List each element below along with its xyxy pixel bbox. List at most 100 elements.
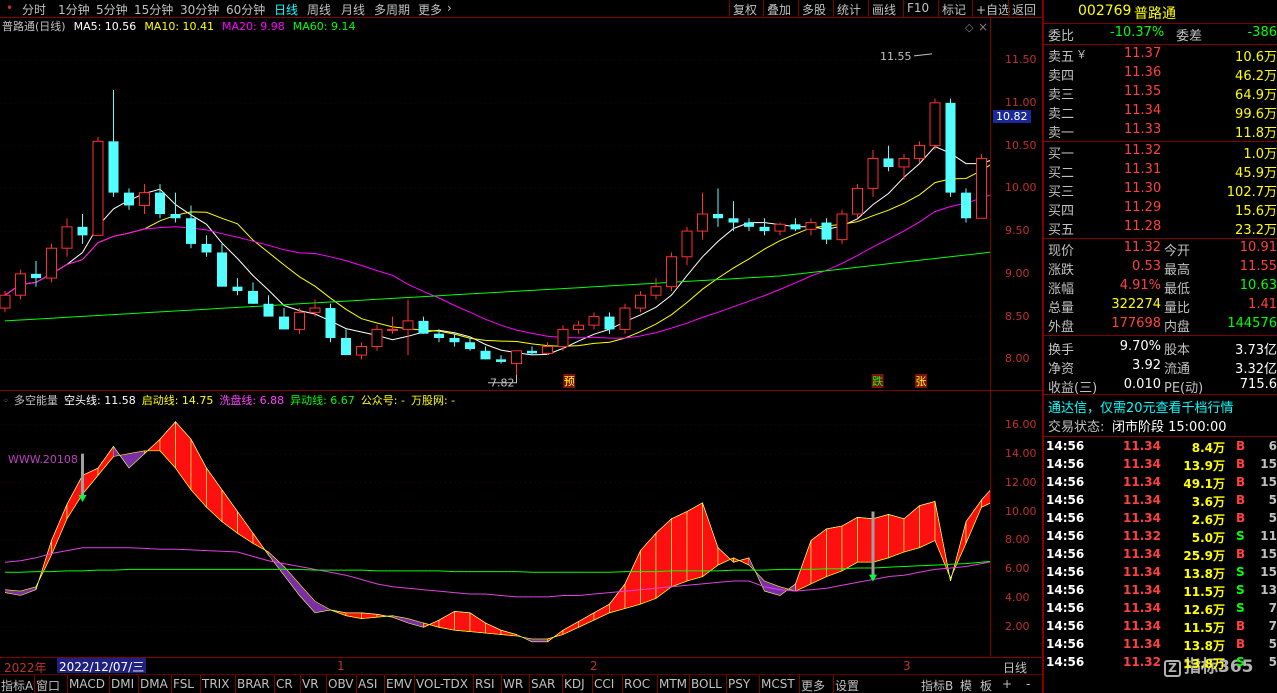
tick-row[interactable]: 14:56 11.34 11.5万 S 13	[1046, 582, 1277, 600]
tick-row[interactable]: 14:56 11.34 13.9万 B 15	[1046, 456, 1277, 474]
indicator-tab-10[interactable]: OBV	[328, 677, 354, 691]
tool-button-1[interactable]: 叠加	[767, 1, 791, 18]
tick-row[interactable]: 14:56 11.34 2.6万 B 5	[1046, 510, 1277, 528]
price-tick: 8.00	[1005, 352, 1030, 366]
right-tab-4[interactable]: -	[1026, 677, 1030, 691]
period-tab-9[interactable]: 多周期	[374, 1, 410, 18]
tick-time: 14:56	[1046, 655, 1085, 669]
period-tab-1[interactable]: 1分钟	[58, 1, 90, 18]
tab-separator	[235, 675, 236, 693]
period-tab-0[interactable]: 分时	[22, 1, 46, 18]
indicator-tab-3[interactable]: DMI	[111, 677, 134, 691]
tick-count: 5	[1268, 637, 1277, 651]
bid-price[interactable]: 11.29	[1124, 200, 1161, 215]
indicator-tab-18[interactable]: CCI	[594, 677, 614, 691]
candle-body	[511, 350, 522, 365]
indicator-tab-21[interactable]: BOLL	[691, 677, 722, 691]
period-tab-4[interactable]: 30分钟	[180, 1, 219, 18]
tool-button-4[interactable]: 画线	[872, 1, 896, 18]
candle-body	[604, 316, 615, 330]
indicator-tab-2[interactable]: MACD	[69, 677, 105, 691]
stat-row: 收益(三) 0.010 PE(动) 715.6	[1048, 377, 1277, 396]
indicator-tab-9[interactable]: VR	[302, 677, 319, 691]
bid-price[interactable]: 11.31	[1124, 162, 1161, 177]
menu-dot-icon[interactable]: •	[6, 1, 13, 15]
indicator-tab-25[interactable]: 设置	[835, 677, 859, 693]
period-tab-6[interactable]: 日线	[274, 1, 298, 18]
energy-band-segment	[97, 445, 114, 477]
right-tab-3[interactable]: +	[1002, 677, 1012, 691]
tick-row[interactable]: 14:56 11.34 11.5万 B 7	[1046, 618, 1277, 636]
indicator-tab-6[interactable]: TRIX	[202, 677, 229, 691]
diamond-icon[interactable]: ◇	[965, 21, 974, 34]
tick-row[interactable]: 14:56 11.34 13.8万 S 15	[1046, 564, 1277, 582]
energy-band-segment	[888, 514, 905, 559]
period-tab-3[interactable]: 15分钟	[134, 1, 173, 18]
period-tab-7[interactable]: 周线	[307, 1, 331, 18]
bid-price[interactable]: 11.30	[1124, 181, 1161, 196]
tick-row[interactable]: 14:56 11.34 13.8万 B 5	[1046, 636, 1277, 654]
tool-button-2[interactable]: 多股	[802, 1, 826, 18]
candle-body	[108, 141, 119, 193]
candlestick-chart[interactable]: 普路通(日线) MA5: 10.56 MA10: 10.41 MA20: 9.98 MA…	[0, 18, 990, 390]
more-chevron-icon[interactable]: ›	[447, 1, 452, 15]
indicator-tab-22[interactable]: PSY	[728, 677, 750, 691]
tool-button-6[interactable]: 标记	[942, 1, 966, 18]
indicator-tab-8[interactable]: CR	[276, 677, 293, 691]
energy-band-segment	[593, 603, 610, 621]
tool-button-3[interactable]: 统计	[837, 1, 861, 18]
tool-button-8[interactable]: 返回	[1012, 1, 1036, 18]
tick-row[interactable]: 14:56 11.34 8.4万 B 6	[1046, 438, 1277, 456]
promo-text[interactable]: 通达信，仅需20元查看千档行情	[1048, 397, 1234, 416]
indicator-tab-5[interactable]: FSL	[173, 677, 194, 691]
indicator-tab-12[interactable]: EMV	[386, 677, 412, 691]
right-tab-2[interactable]: 板	[980, 677, 992, 693]
indicator-tab-4[interactable]: DMA	[140, 677, 168, 691]
ask-price[interactable]: 11.33	[1124, 122, 1161, 137]
ask-price[interactable]: 11.37	[1124, 46, 1161, 61]
period-tab-2[interactable]: 5分钟	[96, 1, 128, 18]
price-tick: 8.50	[1005, 309, 1030, 323]
tick-row[interactable]: 14:56 11.34 25.9万 B 15	[1046, 546, 1277, 564]
tick-time: 14:56	[1046, 493, 1085, 507]
indicator-tab-20[interactable]: MTM	[659, 677, 687, 691]
tool-button-0[interactable]: 复权	[733, 1, 757, 18]
indicator-tab-23[interactable]: MCST	[761, 677, 795, 691]
indicator-menu-icon[interactable]: ◦	[3, 396, 9, 407]
indicator-tab-16[interactable]: SAR	[531, 677, 555, 691]
indicator-tab-15[interactable]: WR	[503, 677, 523, 691]
ask-price[interactable]: 11.35	[1124, 84, 1161, 99]
indicator-tab-1[interactable]: 窗口	[36, 677, 60, 693]
tool-button-5[interactable]: F10	[907, 1, 929, 15]
bid-price[interactable]: 11.28	[1124, 219, 1161, 234]
period-tab-5[interactable]: 60分钟	[226, 1, 265, 18]
tick-row[interactable]: 14:56 11.34 49.1万 B 15	[1046, 474, 1277, 492]
ask-volume: 11.8万	[1235, 126, 1277, 141]
period-tab-8[interactable]: 月线	[341, 1, 365, 18]
indicator-tab-0[interactable]: 指标A	[1, 677, 33, 693]
ask-price[interactable]: 11.36	[1124, 65, 1161, 80]
indicator-tab-7[interactable]: BRAR	[237, 677, 270, 691]
energy-band-segment	[810, 528, 827, 585]
bid-price[interactable]: 11.32	[1124, 143, 1161, 158]
right-tab-0[interactable]: 指标B	[921, 677, 953, 693]
tool-button-7[interactable]: +自选	[976, 1, 1010, 18]
tick-row[interactable]: 14:56 11.34 12.6万 S 7	[1046, 600, 1277, 618]
indicator-tab-14[interactable]: RSI	[475, 677, 495, 691]
right-tab-1[interactable]: 模	[960, 677, 972, 693]
indicator-tab-13[interactable]: VOL-TDX	[416, 677, 468, 691]
tick-row[interactable]: 14:56 11.34 3.6万 B 5	[1046, 492, 1277, 510]
indicator-chart[interactable]: 多空能量 空头线: 11.58 启动线: 14.75 洗盘线: 6.88 异动线: 6.…	[0, 391, 990, 657]
tab-separator	[109, 675, 110, 693]
indicator-tab-19[interactable]: ROC	[624, 677, 650, 691]
indicator-tab-17[interactable]: KDJ	[564, 677, 585, 691]
ask-price[interactable]: 11.34	[1124, 103, 1161, 118]
tick-row[interactable]: 14:56 11.32 5.0万 S 11	[1046, 528, 1277, 546]
tick-row[interactable]: 14:56 11.32 13.8万 S 5	[1046, 654, 1277, 672]
close-pane-icon[interactable]: ×	[978, 20, 988, 34]
indicator-tab-24[interactable]: 更多	[801, 677, 825, 693]
period-tab-10[interactable]: 更多	[418, 1, 442, 18]
promo-banner[interactable]: 通达信，仅需20元查看千档行情	[1048, 397, 1277, 416]
indicator-tab-11[interactable]: ASI	[358, 677, 377, 691]
tick-time: 14:56	[1046, 583, 1085, 597]
